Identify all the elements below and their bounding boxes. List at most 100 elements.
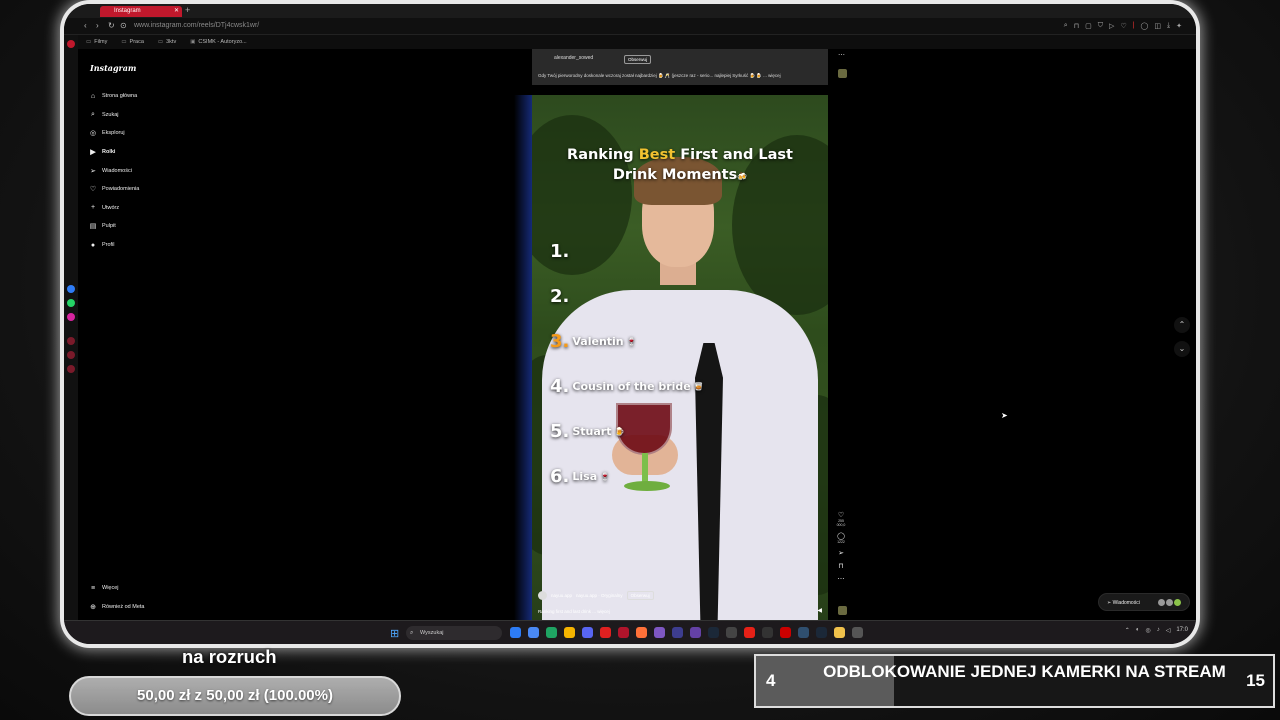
zoom-icon[interactable]: ⌕ — [1064, 22, 1068, 30]
search-icon: ⌕ — [410, 630, 414, 636]
tab-title: Instagram — [114, 8, 141, 14]
previous-reel-button[interactable]: ⌃ — [1174, 317, 1190, 333]
app-icon[interactable] — [510, 627, 521, 638]
bookmark-item[interactable]: ▣ CSIMK - Autoryzo... — [190, 35, 247, 49]
steam-icon[interactable] — [708, 627, 719, 638]
nav-item-profile[interactable]: ● Profil — [88, 236, 139, 255]
app-icon[interactable] — [762, 627, 773, 638]
firefox-icon[interactable] — [636, 627, 647, 638]
download-icon[interactable]: ⤓ — [1167, 22, 1170, 30]
home-rail-icon[interactable] — [67, 40, 75, 48]
windows-start-icon[interactable]: ⊞ — [390, 627, 399, 640]
nav-item-explore[interactable]: ◎ Eksploruj — [88, 124, 139, 143]
microphone-icon[interactable]: ♪ — [1157, 627, 1160, 634]
shield-icon[interactable]: ⛉ — [1098, 22, 1103, 30]
history-icon[interactable] — [67, 337, 75, 345]
taskbar-search[interactable]: ⌕ Wyszukaj — [406, 626, 502, 640]
nav-item-also-from-meta[interactable]: ⊕ Również od Meta — [88, 598, 144, 617]
app-icon[interactable] — [852, 627, 863, 638]
avatar — [1174, 599, 1181, 606]
previous-reel[interactable]: alexander_sowed Obserwuj Gdy Twój pierwo… — [532, 49, 828, 85]
system-tray: ⌃ ◐ ◎ ♪ ◁ 17:0 — [1125, 627, 1188, 634]
box-icon[interactable]: ◫ — [1154, 22, 1161, 30]
reel-caption[interactable]: Ranking first and last drink ... więcej — [538, 609, 610, 614]
wine-glass-stem — [642, 453, 648, 483]
twitch-icon[interactable] — [690, 627, 701, 638]
tray-icon[interactable]: ◐ — [1136, 627, 1140, 634]
save-icon[interactable]: ⊓ — [834, 562, 848, 570]
folder-icon[interactable] — [834, 627, 845, 638]
app-icon[interactable] — [726, 627, 737, 638]
like-icon[interactable]: ♡ — [834, 511, 848, 519]
bookmark-item[interactable]: ▭ 3ktv — [158, 35, 176, 49]
forward-icon[interactable]: › — [96, 21, 99, 30]
heart-icon[interactable]: ♡ — [1120, 22, 1126, 30]
network-icon[interactable]: ◎ — [1145, 627, 1150, 634]
tab-close-icon[interactable]: ✕ — [174, 6, 179, 17]
new-tab-icon[interactable]: + — [185, 5, 190, 15]
share-icon[interactable]: ➢ — [834, 549, 848, 557]
nav-item-dashboard[interactable]: ▤ Pulpit — [88, 217, 139, 236]
audio-thumbnail[interactable] — [838, 69, 847, 78]
chevron-up-icon[interactable]: ⌃ — [1125, 627, 1130, 634]
reel-username[interactable]: nayuu.app — [551, 593, 572, 598]
donation-amount: 50,00 zł z 50,00 zł (100.00%) — [137, 687, 333, 704]
nav-item-reels[interactable]: ▶ Rolki — [88, 143, 139, 162]
chat-icon[interactable]: ◯ — [1141, 22, 1149, 30]
sheets-icon[interactable] — [546, 627, 557, 638]
follow-button[interactable]: Obserwuj — [626, 591, 654, 600]
rank-item-4: 4. Cousin of the bride 🥃 — [550, 376, 704, 397]
app-icon[interactable] — [564, 627, 575, 638]
app-icon[interactable] — [672, 627, 683, 638]
more-options-icon[interactable]: ⋯ — [838, 51, 845, 59]
nav-item-home[interactable]: ⌂ Strona główna — [88, 87, 139, 106]
reel-audio[interactable]: nayuu.app · Oryginalny — [576, 593, 623, 598]
prev-reel-username[interactable]: alexander_sowed — [554, 55, 593, 61]
site-info-icon[interactable]: ⊙ — [120, 21, 127, 30]
app-icon[interactable] — [654, 627, 665, 638]
chrome-icon[interactable] — [528, 627, 539, 638]
browser-tab-instagram[interactable]: Instagram ✕ — [100, 6, 182, 17]
pin-icon[interactable]: ⊓ — [1074, 22, 1079, 30]
comment-icon[interactable]: ◯ — [834, 532, 848, 540]
back-icon[interactable]: ‹ — [84, 21, 87, 30]
nav-item-messages[interactable]: ➢ Wiadomości — [88, 161, 139, 180]
prev-follow-button[interactable]: Obserwuj — [624, 55, 652, 64]
reload-icon[interactable]: ↻ — [108, 21, 115, 30]
nav-item-more[interactable]: ≡ Więcej — [88, 579, 145, 598]
donation-goal-label: na rozruch — [182, 646, 277, 667]
instagram-logo[interactable]: Instagram — [90, 63, 136, 73]
ai-icon[interactable]: ✦ — [1176, 22, 1182, 30]
opera-gx-icon[interactable] — [618, 627, 629, 638]
player-icon[interactable] — [67, 351, 75, 359]
steam-icon[interactable] — [816, 627, 827, 638]
mouse-cursor-icon: ➤ — [1001, 411, 1008, 420]
address-bar[interactable]: www.instagram.com/reels/DTj4cwsk1wr/ — [134, 22, 259, 29]
app-icon[interactable] — [744, 627, 755, 638]
screenshot-icon[interactable]: ▢ — [1085, 22, 1092, 30]
play-icon[interactable]: ▷ — [1109, 22, 1114, 30]
nav-item-search[interactable]: ⌕ Szukaj — [88, 106, 139, 125]
bookmark-item[interactable]: ▭ Praca — [121, 35, 144, 49]
nav-item-notifications[interactable]: ♡ Powiadomienia — [88, 180, 139, 199]
messages-pill[interactable]: ➢ Wiadomości — [1098, 593, 1190, 611]
discord-icon[interactable] — [582, 627, 593, 638]
app-icon[interactable] — [780, 627, 791, 638]
nav-item-create[interactable]: + Utwórz — [88, 199, 139, 218]
windows-taskbar: ⊞ ⌕ Wyszukaj ⌃ ◐ ◎ ♪ ◁ 17:0 — [64, 620, 1196, 644]
settings-icon[interactable] — [67, 365, 75, 373]
speaker-icon[interactable]: ◁ — [1166, 627, 1171, 634]
opera-icon[interactable] — [600, 627, 611, 638]
mute-icon[interactable]: ◀ — [817, 607, 822, 614]
whatsapp-icon[interactable] — [67, 299, 75, 307]
current-reel-video[interactable]: Ranking Best First and Last Drink Moment… — [532, 95, 828, 623]
audio-thumbnail[interactable] — [838, 606, 847, 615]
clock[interactable]: 17:0 — [1176, 627, 1188, 634]
instagram-rail-icon[interactable] — [67, 313, 75, 321]
more-options-icon[interactable]: ⋯ — [834, 575, 848, 583]
avatar[interactable] — [538, 591, 547, 600]
messenger-icon[interactable] — [67, 285, 75, 293]
bookmark-item[interactable]: ▭ Filmy — [86, 35, 107, 49]
next-reel-button[interactable]: ⌄ — [1174, 341, 1190, 357]
app-icon[interactable] — [798, 627, 809, 638]
